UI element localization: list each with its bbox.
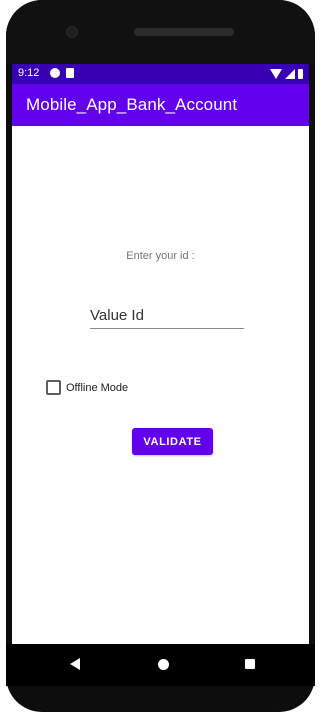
battery-icon xyxy=(298,69,303,79)
id-prompt-label: Enter your id : xyxy=(126,250,195,262)
sd-card-icon xyxy=(66,68,74,78)
app-title: Mobile_App_Bank_Account xyxy=(26,95,238,114)
status-right-icons xyxy=(270,68,303,80)
offline-mode-label: Offline Mode xyxy=(66,381,129,394)
speaker-grille xyxy=(134,28,234,36)
status-time: 9:12 xyxy=(18,67,40,79)
back-icon[interactable] xyxy=(70,658,80,670)
status-bar: 9:12 xyxy=(12,64,309,84)
offline-mode-checkbox[interactable] xyxy=(46,380,61,395)
signal-icon xyxy=(285,69,295,79)
g-icon xyxy=(50,68,60,78)
app-screen: 9:12 Mobile_App_Bank_Account Enter your … xyxy=(12,64,309,644)
app-bar: Mobile_App_Bank_Account xyxy=(12,84,309,126)
offline-mode-checkbox-row[interactable]: Offline Mode xyxy=(46,380,128,395)
recents-icon[interactable] xyxy=(245,659,255,669)
wifi-icon xyxy=(270,69,282,79)
id-input[interactable] xyxy=(90,304,244,329)
phone-frame: 9:12 Mobile_App_Bank_Account Enter your … xyxy=(0,0,321,720)
home-icon[interactable] xyxy=(158,659,169,670)
phone-top-bezel xyxy=(6,0,315,64)
validate-button[interactable]: VALIDATE xyxy=(132,428,213,455)
navigation-bar xyxy=(6,644,315,686)
camera-icon xyxy=(66,26,78,38)
